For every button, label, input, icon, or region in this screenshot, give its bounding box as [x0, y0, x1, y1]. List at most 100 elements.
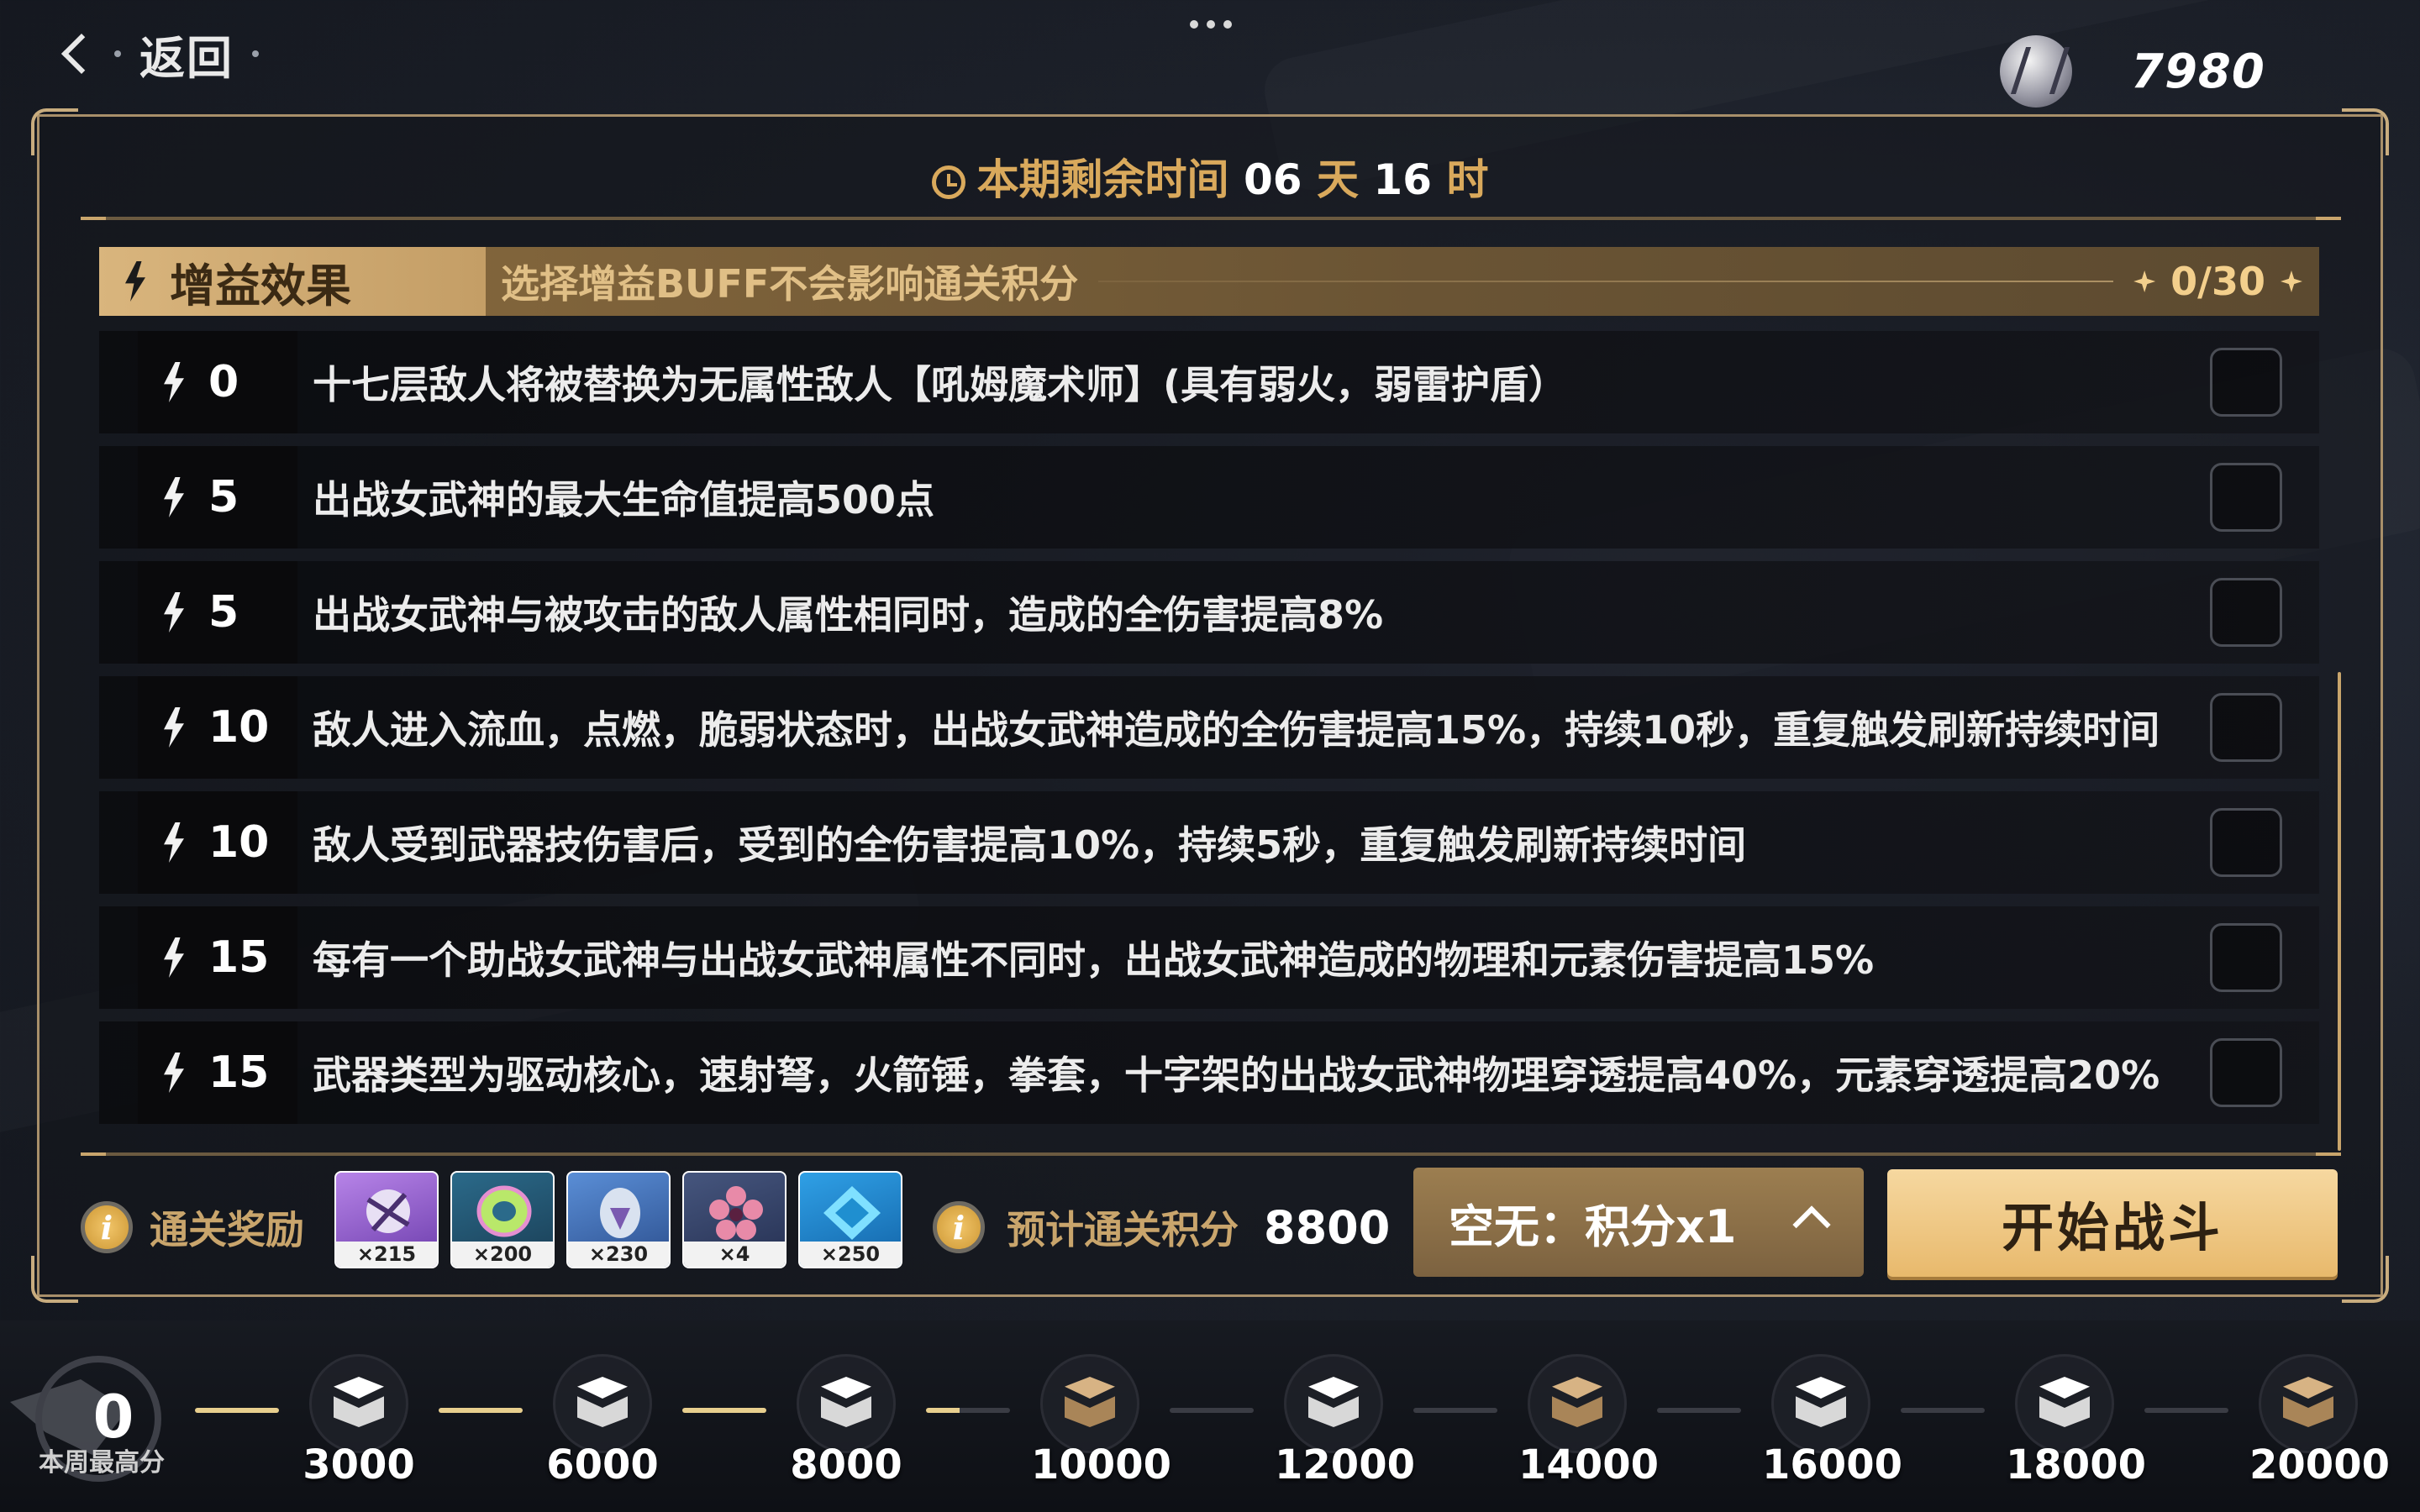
lightning-icon — [164, 592, 184, 633]
buff-row[interactable]: 5 出战女武神的最大生命值提高500点 — [99, 446, 2319, 549]
info-icon[interactable]: i — [81, 1201, 133, 1253]
buff-checkbox[interactable] — [2210, 693, 2282, 762]
buff-checkbox[interactable] — [2210, 348, 2282, 417]
milestone: 6000 — [544, 1354, 661, 1488]
reward-item[interactable]: ×230 — [566, 1171, 671, 1268]
buff-checkbox[interactable] — [2210, 808, 2282, 877]
buff-cost-value: 15 — [208, 1047, 270, 1098]
milestone: 16000 — [1762, 1354, 1902, 1488]
reward-chest[interactable] — [2259, 1354, 2358, 1453]
difficulty-mode-dropdown[interactable]: 空无：积分x1 — [1413, 1168, 1864, 1277]
reward-chest[interactable] — [1284, 1354, 1383, 1453]
reward-chest[interactable] — [2015, 1354, 2114, 1453]
buff-description: 十七层敌人将被替换为无属性敌人【吼姆魔术师】(具有弱火，弱雷护盾） — [313, 362, 1568, 407]
buff-header-title: 增益效果 — [170, 259, 351, 312]
reward-quantity: ×215 — [336, 1242, 437, 1267]
milestone-value: 8000 — [790, 1441, 902, 1488]
buff-cost: 5 — [138, 446, 297, 549]
start-battle-button[interactable]: 开始战斗 — [1887, 1169, 2338, 1277]
progress-segment — [1657, 1408, 1741, 1413]
buff-cost: 10 — [138, 791, 297, 894]
lightning-icon — [125, 261, 145, 302]
buff-description: 敌人进入流血，点燃，脆弱状态时，出战女武神造成的全伤害提高15%，持续10秒，重… — [313, 707, 2160, 753]
reward-chest[interactable] — [797, 1354, 896, 1453]
currency-emblem-icon — [2000, 35, 2072, 108]
milestone-value: 10000 — [1031, 1441, 1171, 1488]
buff-header: 增益效果 选择增益BUFF不会影响通关积分 0/30 — [99, 247, 2319, 316]
coin-icon — [476, 1185, 532, 1237]
buff-checkbox[interactable] — [2210, 923, 2282, 992]
reward-item[interactable]: ×4 — [682, 1171, 786, 1268]
buff-row[interactable]: 0 十七层敌人将被替换为无属性敌人【吼姆魔术师】(具有弱火，弱雷护盾） — [99, 331, 2319, 433]
progress-segment — [2144, 1408, 2228, 1413]
lightning-icon — [164, 477, 184, 517]
reward-chest[interactable] — [1771, 1354, 1870, 1453]
buff-cost-value: 10 — [208, 702, 270, 753]
buff-header-note: 选择增益BUFF不会影响通关积分 — [501, 261, 1079, 307]
buff-row[interactable]: 10 敌人受到武器技伤害后，受到的全伤害提高10%，持续5秒，重复触发刷新持续时… — [99, 791, 2319, 894]
reward-chest-icon — [2034, 1377, 2095, 1431]
milestone: 12000 — [1275, 1354, 1415, 1488]
info-icon[interactable]: i — [933, 1201, 985, 1253]
reward-chest-icon — [1303, 1377, 1364, 1431]
back-button[interactable]: 返回 — [55, 20, 259, 87]
reward-item[interactable]: ×250 — [798, 1171, 902, 1268]
milestone-value: 20000 — [2249, 1441, 2390, 1488]
dot-icon — [252, 50, 259, 57]
milestone: 3000 — [300, 1354, 418, 1488]
chevron-up-icon — [1792, 1205, 1831, 1244]
valkyrie-fragment-icon — [366, 1189, 410, 1233]
score-value: 8800 — [1264, 1200, 1391, 1254]
reward-chest[interactable] — [1040, 1354, 1139, 1453]
reward-chest[interactable] — [1528, 1354, 1627, 1453]
timer-hours-unit: 时 — [1446, 155, 1489, 204]
buff-row[interactable]: 15 武器类型为驱动核心，速射弩，火箭锤，拳套，十字架的出战女武神物理穿透提高4… — [99, 1021, 2319, 1124]
reward-chest[interactable] — [309, 1354, 408, 1453]
milestone-value: 12000 — [1275, 1441, 1415, 1488]
buff-checkbox[interactable] — [2210, 463, 2282, 532]
buff-header-title-block: 增益效果 — [99, 247, 486, 316]
buff-cost-value: 0 — [208, 357, 239, 407]
reward-quantity: ×200 — [452, 1242, 553, 1267]
buff-cost-value: 15 — [208, 932, 270, 983]
buff-count-value: 0/30 — [2170, 259, 2265, 304]
reward-chest[interactable] — [553, 1354, 652, 1453]
lightning-icon — [164, 822, 184, 863]
reward-item[interactable]: ×215 — [334, 1171, 439, 1268]
scrollbar[interactable] — [2338, 672, 2341, 1151]
more-options-icon[interactable] — [1185, 15, 1237, 34]
reward-chest-icon — [329, 1377, 389, 1431]
buff-description: 出战女武神的最大生命值提高500点 — [313, 477, 935, 522]
buff-checkbox[interactable] — [2210, 1038, 2282, 1107]
buff-row[interactable]: 15 每有一个助战女武神与出战女武神属性不同时，出战女武神造成的物理和元素伤害提… — [99, 906, 2319, 1009]
reward-chest-icon — [1547, 1377, 1607, 1431]
reward-quantity: ×230 — [568, 1242, 669, 1267]
buff-cost: 15 — [138, 1021, 297, 1124]
rewards-label: 通关奖励 — [150, 1207, 304, 1252]
egg-crystal-icon — [600, 1188, 640, 1238]
milestone-value: 6000 — [546, 1441, 659, 1488]
sparkle-icon — [2281, 270, 2302, 292]
currency-display: 7980 — [2000, 25, 2265, 118]
buff-checkbox[interactable] — [2210, 578, 2282, 647]
reward-chest-icon — [572, 1377, 633, 1431]
buff-cost: 5 — [138, 561, 297, 664]
clock-icon — [931, 165, 965, 199]
reward-chest-icon — [2278, 1377, 2338, 1431]
back-arrow-icon — [60, 33, 103, 75]
score-label: 预计通关积分 — [1007, 1207, 1239, 1252]
buff-cost: 10 — [138, 676, 297, 779]
buff-row[interactable]: 5 出战女武神与被攻击的敌人属性相同时，造成的全伤害提高8% — [99, 561, 2319, 664]
reward-quantity: ×250 — [800, 1242, 901, 1267]
remaining-time: 本期剩余时间 06 天 16 时 — [0, 146, 2420, 207]
milestone: 14000 — [1518, 1354, 1659, 1488]
buff-cost-value: 5 — [208, 587, 239, 638]
estimated-score: i 预计通关积分 8800 — [933, 1200, 1390, 1255]
blue-crystal-icon — [823, 1186, 881, 1240]
dot-icon — [114, 50, 121, 57]
progress-segment — [439, 1408, 523, 1413]
timer-days-unit: 天 — [1317, 155, 1359, 204]
buff-row[interactable]: 10 敌人进入流血，点燃，脆弱状态时，出战女武神造成的全伤害提高15%，持续10… — [99, 676, 2319, 779]
milestone: 8000 — [787, 1354, 905, 1488]
reward-item[interactable]: ×200 — [450, 1171, 555, 1268]
